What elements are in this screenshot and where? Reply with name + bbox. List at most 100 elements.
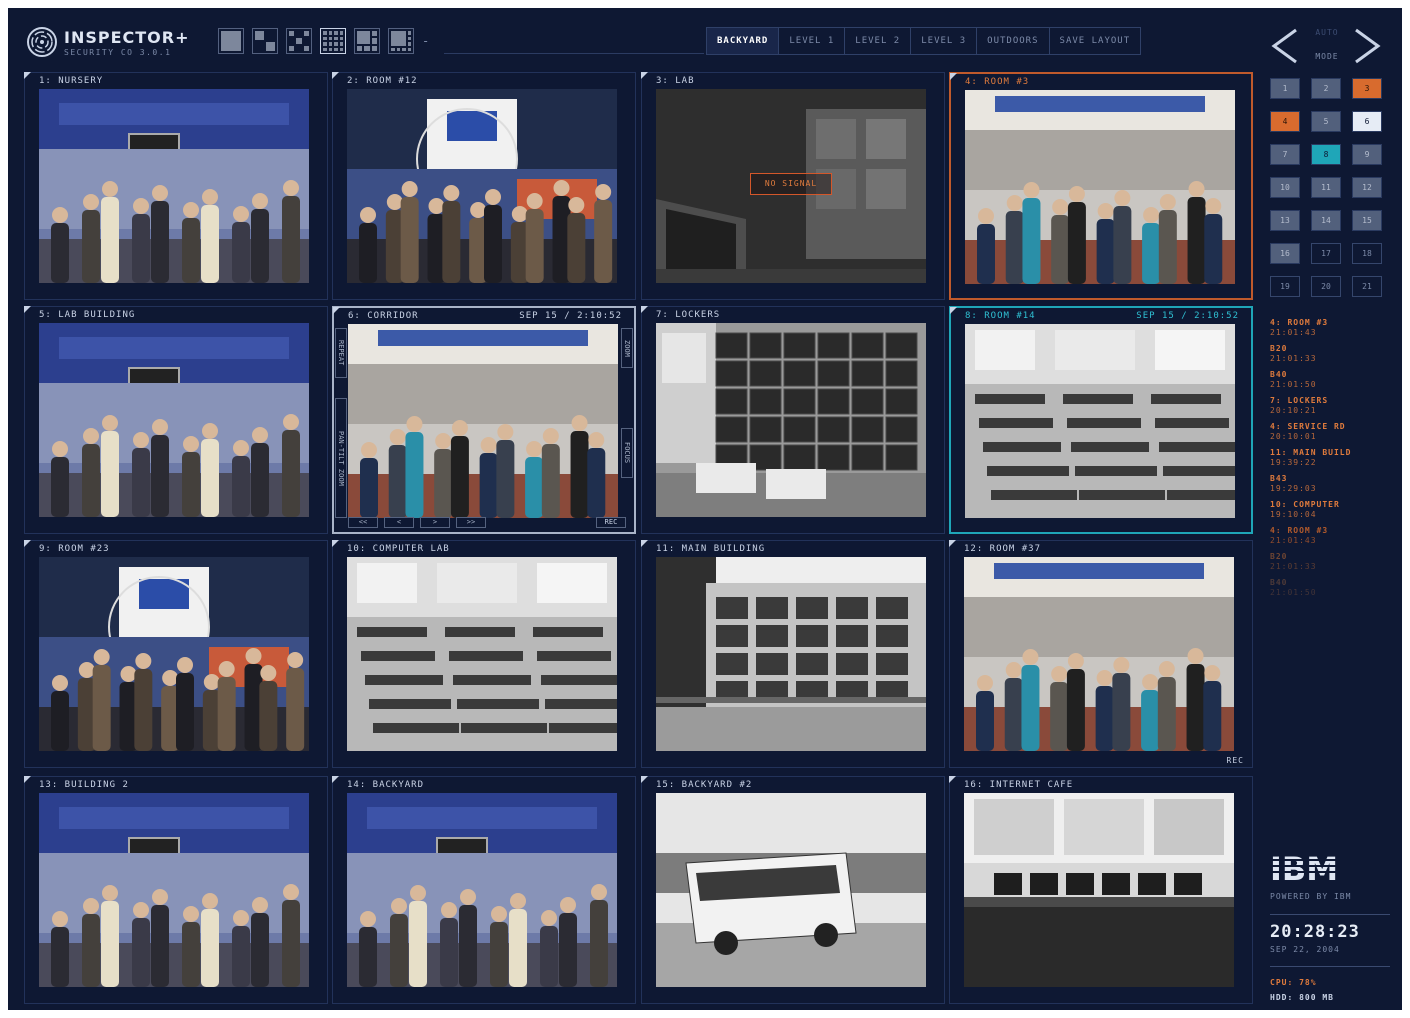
event-entry[interactable]: B40 21:01:50 [1270, 578, 1390, 598]
tab-level-2[interactable]: LEVEL 2 [845, 28, 912, 54]
camera-select-button-8[interactable]: 8 [1311, 144, 1341, 165]
camera-select-button-18[interactable]: 18 [1352, 243, 1382, 264]
layout-1plus5-icon[interactable] [354, 28, 380, 54]
mode-label[interactable]: MODE [1306, 52, 1348, 61]
layout-2x2-icon[interactable] [252, 28, 278, 54]
focus-control[interactable]: FOCUS [621, 428, 633, 478]
camera-select-button-16[interactable]: 16 [1270, 243, 1300, 264]
camera-tile[interactable]: 11: MAIN BUILDING [641, 540, 945, 768]
event-entry[interactable]: B40 21:01:50 [1270, 370, 1390, 390]
tab-level-3[interactable]: LEVEL 3 [911, 28, 978, 54]
record-indicator: REC [1226, 756, 1244, 765]
camera-feed[interactable] [964, 793, 1234, 987]
event-entry[interactable]: 7: LOCKERS 20:10:21 [1270, 396, 1390, 416]
camera-tile[interactable]: 10: COMPUTER LAB [332, 540, 636, 768]
camera-tile[interactable]: 3: LAB NO SIGNAL [641, 72, 945, 300]
camera-feed[interactable] [39, 323, 309, 517]
camera-select-button-4[interactable]: 4 [1270, 111, 1300, 132]
auto-label[interactable]: AUTO [1306, 28, 1348, 37]
camera-feed[interactable] [39, 793, 309, 987]
camera-feed[interactable] [347, 557, 617, 751]
layout-more-button[interactable]: - [422, 34, 429, 48]
camera-tile[interactable]: 7: LOCKERS [641, 306, 945, 534]
camera-select-button-5[interactable]: 5 [1311, 111, 1341, 132]
playback-button[interactable]: >> [456, 517, 486, 528]
layout-1x1-icon[interactable] [218, 28, 244, 54]
camera-select-button-14[interactable]: 14 [1311, 210, 1341, 231]
camera-select-button-12[interactable]: 12 [1352, 177, 1382, 198]
corner-marker-icon [950, 307, 957, 314]
camera-tile[interactable]: 12: ROOM #37 REC [949, 540, 1253, 768]
camera-feed[interactable] [39, 89, 309, 283]
camera-feed[interactable] [656, 557, 926, 751]
camera-feed[interactable] [964, 557, 1234, 751]
playback-button[interactable]: << [348, 517, 378, 528]
camera-select-button-1[interactable]: 1 [1270, 78, 1300, 99]
event-entry[interactable]: 11: MAIN BUILD 19:39:22 [1270, 448, 1390, 468]
layout-3x3-icon[interactable] [286, 28, 312, 54]
camera-feed[interactable] [347, 89, 617, 283]
camera-tile[interactable]: 15: BACKYARD #2 [641, 776, 945, 1004]
camera-feed[interactable] [656, 793, 926, 987]
previous-arrow-icon[interactable] [1266, 26, 1304, 66]
repeat-control[interactable]: REPEAT [335, 328, 347, 378]
layout-4x4-icon[interactable] [320, 28, 346, 54]
tab-backyard[interactable]: BACKYARD [707, 28, 780, 54]
camera-select-button-9[interactable]: 9 [1352, 144, 1382, 165]
camera-label: 6: CORRIDOR [348, 311, 419, 321]
camera-select-button-2[interactable]: 2 [1311, 78, 1341, 99]
camera-select-button-19[interactable]: 19 [1270, 276, 1300, 297]
camera-tile[interactable]: 5: LAB BUILDING [24, 306, 328, 534]
corner-marker-icon [332, 776, 339, 783]
tab-level-1[interactable]: LEVEL 1 [779, 28, 846, 54]
event-entry[interactable]: B43 19:29:03 [1270, 474, 1390, 494]
camera-feed[interactable] [965, 90, 1235, 284]
layout-1plus7-icon[interactable] [388, 28, 414, 54]
camera-tile[interactable]: 8: ROOM #14 SEP 15 / 2:10:52 [949, 306, 1253, 534]
camera-select-button-15[interactable]: 15 [1352, 210, 1382, 231]
event-time: 20:10:01 [1270, 432, 1317, 441]
camera-select-button-6[interactable]: 6 [1352, 111, 1382, 132]
camera-feed[interactable] [656, 323, 926, 517]
tab-save-layout[interactable]: SAVE LAYOUT [1050, 28, 1141, 54]
camera-select-button-7[interactable]: 7 [1270, 144, 1300, 165]
next-arrow-icon[interactable] [1348, 26, 1386, 66]
camera-feed[interactable] [39, 557, 309, 751]
playback-button[interactable]: > [420, 517, 450, 528]
camera-feed[interactable] [348, 324, 618, 518]
event-entry[interactable]: B20 21:01:33 [1270, 344, 1390, 364]
corner-marker-icon [24, 540, 31, 547]
event-entry[interactable]: 10: COMPUTER 19:10:04 [1270, 500, 1390, 520]
event-entry[interactable]: B20 21:01:33 [1270, 552, 1390, 572]
camera-select-button-13[interactable]: 13 [1270, 210, 1300, 231]
record-button[interactable]: REC [596, 517, 626, 528]
playback-button[interactable]: < [384, 517, 414, 528]
camera-tile[interactable]: 13: BUILDING 2 [24, 776, 328, 1004]
camera-select-button-3[interactable]: 3 [1352, 78, 1382, 99]
event-name: B43 [1270, 474, 1288, 483]
camera-select-button-20[interactable]: 20 [1311, 276, 1341, 297]
zoom-control[interactable]: ZOOM [621, 328, 633, 368]
event-entry[interactable]: 4: ROOM #3 21:01:43 [1270, 526, 1390, 546]
event-entry[interactable]: 4: ROOM #3 21:01:43 [1270, 318, 1390, 338]
camera-tile[interactable]: 1: NURSERY [24, 72, 328, 300]
camera-select-button-21[interactable]: 21 [1352, 276, 1382, 297]
pan-tilt-zoom-control[interactable]: PAN-TILT ZOOM [335, 398, 347, 518]
camera-feed[interactable] [965, 324, 1235, 518]
camera-select-button-10[interactable]: 10 [1270, 177, 1300, 198]
camera-tile[interactable]: 16: INTERNET CAFE [949, 776, 1253, 1004]
corner-marker-icon [24, 306, 31, 313]
camera-tile[interactable]: 6: CORRIDOR SEP 15 / 2:10:52 << < > >> REC REP… [332, 306, 636, 534]
tab-outdoors[interactable]: OUTDOORS [977, 28, 1050, 54]
camera-select-button-17[interactable]: 17 [1311, 243, 1341, 264]
powered-by-text: POWERED BY IBM [1270, 892, 1352, 901]
camera-tile[interactable]: 2: ROOM #12 [332, 72, 636, 300]
cpu-status: CPU: 78% [1270, 978, 1317, 987]
camera-select-button-11[interactable]: 11 [1311, 177, 1341, 198]
event-name: B40 [1270, 578, 1288, 587]
event-entry[interactable]: 4: SERVICE RD 20:10:01 [1270, 422, 1390, 442]
camera-tile[interactable]: 4: ROOM #3 [949, 72, 1253, 300]
camera-tile[interactable]: 9: ROOM #23 [24, 540, 328, 768]
camera-feed[interactable] [347, 793, 617, 987]
camera-tile[interactable]: 14: BACKYARD [332, 776, 636, 1004]
